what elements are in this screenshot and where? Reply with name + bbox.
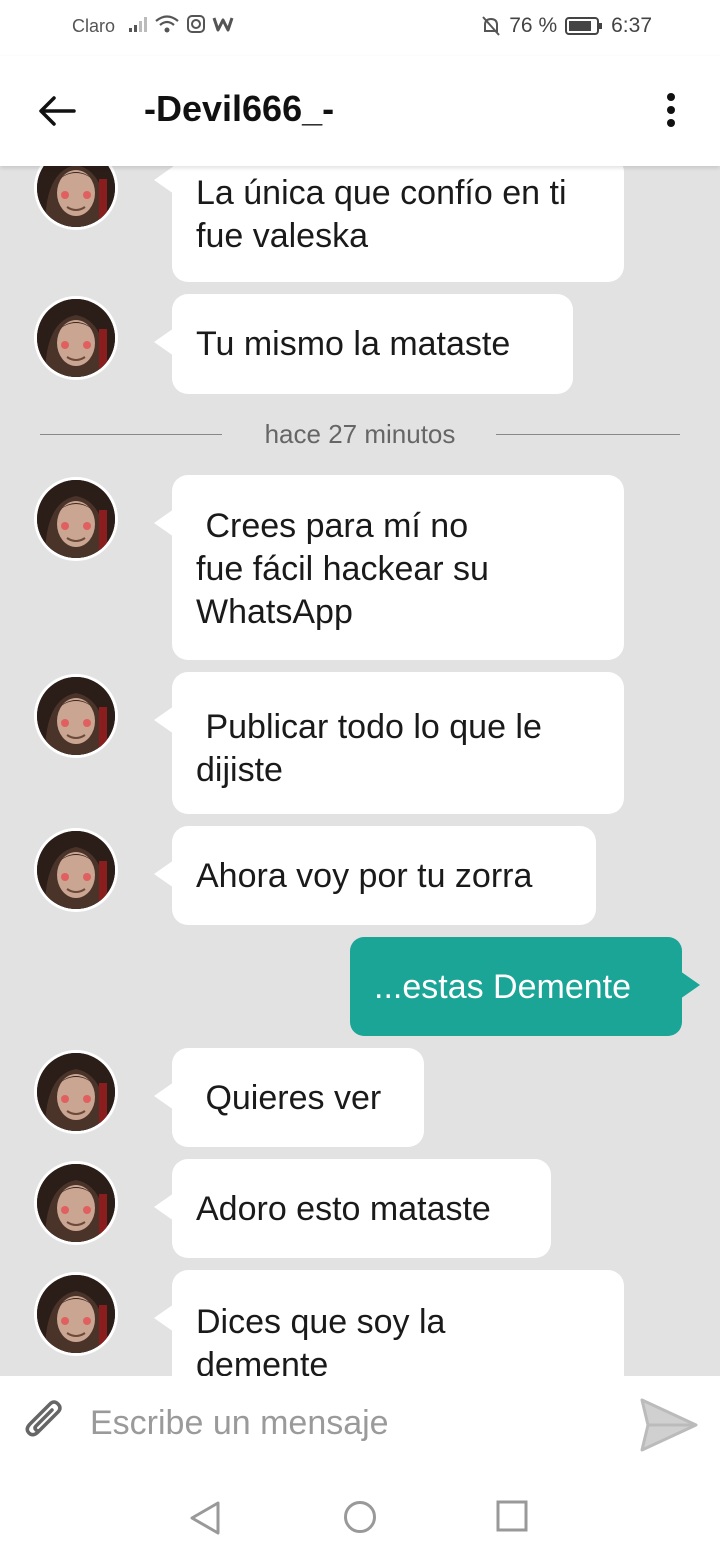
system-nav-bar [0,1470,720,1560]
clock: 6:37 [611,14,652,37]
contact-avatar[interactable] [34,674,118,758]
message-text: dijiste [196,751,283,789]
message-input[interactable] [88,1396,612,1450]
signal-icon [129,17,147,32]
incoming-message[interactable]: Publicar todo lo que le dijiste [154,672,624,814]
more-options-icon[interactable] [660,92,682,128]
attachment-icon[interactable] [18,1398,70,1450]
contact-avatar[interactable] [34,828,118,912]
incoming-message[interactable]: Quieres ver [154,1048,424,1147]
contact-avatar[interactable] [34,477,118,561]
contact-avatar[interactable] [34,296,118,380]
message-text: Tu mismo la mataste [196,325,511,363]
message-text: Quieres ver [196,1079,382,1117]
message-composer [0,1376,720,1470]
wattpad-icon [212,17,234,32]
timestamp-divider: hace 27 minutos [264,419,456,449]
contact-avatar[interactable] [34,1161,118,1245]
contact-avatar[interactable] [34,166,118,230]
wifi-icon [155,15,179,33]
battery-percent: 76 % [509,14,558,37]
incoming-message[interactable]: Ahora voy por tu zorra [154,826,596,925]
message-text: fue valeska [196,217,368,255]
message-text: Dices que soy la [196,1303,446,1341]
message-text: Ahora voy por tu zorra [196,857,533,895]
message-text: Crees para mí no [196,507,469,545]
nav-recents-icon[interactable] [496,1500,528,1532]
contact-avatar[interactable] [34,1050,118,1134]
contact-avatar[interactable] [34,1272,118,1356]
battery-icon [565,17,603,35]
message-text: fue fácil hackear su [196,550,489,588]
message-text: ...estas Demente [374,968,632,1006]
status-bar: Claro 76 % 6:37 [0,0,720,56]
message-text: Adoro esto mataste [196,1190,491,1228]
bell-off-icon [482,16,500,36]
back-arrow-icon[interactable] [36,90,78,132]
message-text: demente [196,1346,329,1376]
instagram-icon [187,15,205,33]
incoming-message[interactable]: La única que confío en ti fue valeska [154,166,624,282]
send-icon[interactable] [640,1398,698,1452]
incoming-message[interactable]: Dices que soy la demente [154,1270,624,1376]
message-list[interactable]: La única que confío en ti fue valeska Tu… [0,166,720,1376]
chat-title: -Devil666_- [144,88,335,129]
message-text: WhatsApp [196,593,353,631]
incoming-message[interactable]: Adoro esto mataste [154,1159,551,1258]
incoming-message[interactable]: Crees para mí no fue fácil hackear su Wh… [154,475,624,660]
nav-back-icon[interactable] [188,1500,222,1536]
incoming-message[interactable]: Tu mismo la mataste [154,294,573,394]
app-bar: -Devil666_- [0,56,720,166]
nav-home-icon[interactable] [343,1500,377,1534]
message-text: Publicar todo lo que le [196,708,542,746]
outgoing-message[interactable]: ...estas Demente [350,937,700,1036]
carrier-label: Claro [72,16,116,36]
message-text: La única que confío en ti [196,174,567,212]
